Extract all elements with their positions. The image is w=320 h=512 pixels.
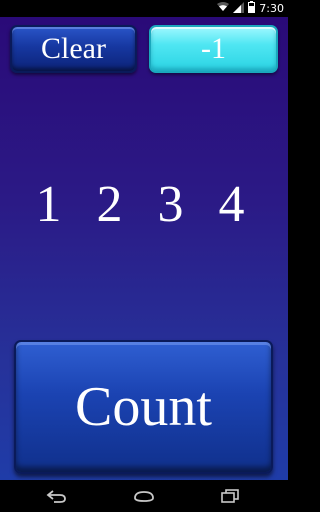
wifi-icon — [217, 2, 230, 15]
value-display: -1 — [149, 25, 278, 73]
number-sequence: 1 2 3 4 — [35, 176, 253, 233]
back-icon[interactable] — [42, 487, 70, 505]
battery-icon — [248, 1, 256, 16]
clear-button[interactable]: Clear — [10, 25, 137, 73]
status-bar: 7:30 — [0, 0, 288, 17]
home-icon[interactable] — [130, 487, 158, 505]
status-icons: 7:30 — [217, 1, 284, 16]
recents-icon[interactable] — [216, 487, 244, 505]
navigation-bar — [0, 480, 288, 512]
status-clock: 7:30 — [259, 2, 284, 15]
signal-icon — [233, 1, 245, 16]
count-button[interactable]: Count — [14, 340, 273, 474]
counter-app: Clear -1 1 2 3 4 Count — [0, 17, 288, 480]
